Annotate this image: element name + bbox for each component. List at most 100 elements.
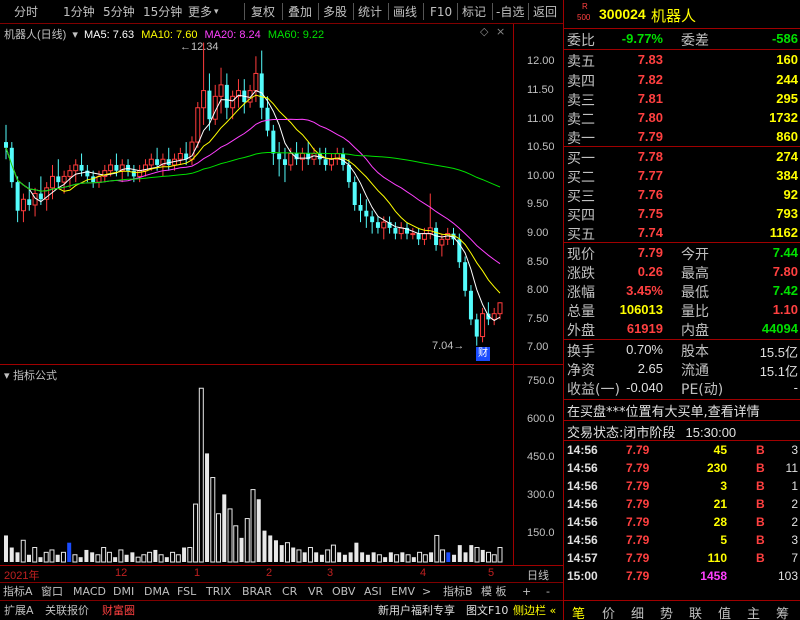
volume-bar — [307, 547, 313, 563]
tab-emv[interactable]: EMV — [391, 584, 415, 600]
volume-bar — [474, 547, 480, 563]
period-15min[interactable]: 15分钟 — [143, 3, 182, 21]
price-tick: 10.00 — [527, 170, 555, 182]
tab-jia[interactable]: 价 — [602, 603, 615, 620]
tab-cr[interactable]: CR — [282, 584, 297, 600]
bid-row[interactable]: 买二 7.77 384 — [564, 166, 800, 186]
tab-zhu[interactable]: 主 — [747, 603, 760, 620]
period-more[interactable]: 更多 — [188, 3, 212, 21]
cai-badge[interactable]: 财 — [476, 347, 490, 361]
big-order-news[interactable]: 在买盘***位置有大买单,查看详情 — [567, 401, 760, 420]
tab-dmi[interactable]: DMI — [113, 584, 134, 600]
candle-body — [375, 222, 380, 228]
tab-trix[interactable]: TRIX — [206, 584, 231, 600]
price-tick: 9.50 — [527, 198, 549, 210]
ma10-line — [5, 94, 501, 294]
fuquan-button[interactable]: 复权 — [251, 3, 275, 21]
volume-bar — [291, 547, 296, 562]
tick-side: B — [756, 551, 765, 565]
ask-volume: 860 — [776, 129, 798, 144]
bid-row[interactable]: 买三 7.76 92 — [564, 185, 800, 205]
tick-row: 14:56 7.79 5 B 3 — [564, 531, 800, 549]
volume-bar — [113, 557, 118, 562]
tab-asi[interactable]: ASI — [364, 584, 382, 600]
volume-expand-icon[interactable]: ▾ — [4, 369, 10, 382]
remove-button[interactable]: - — [546, 584, 550, 600]
ask-row[interactable]: 卖二 7.80 1732 — [564, 108, 800, 128]
volume-bar — [457, 545, 462, 562]
add-button[interactable]: + — [522, 584, 531, 600]
tick-row: 14:56 7.79 230 B 11 — [564, 459, 800, 477]
ask-row[interactable]: 卖三 7.81 295 — [564, 89, 800, 109]
duogu-button[interactable]: 多股 — [323, 3, 347, 21]
axis-divider — [513, 24, 514, 566]
volume-bar — [417, 551, 423, 563]
ask-row[interactable]: 卖一 7.79 860 — [564, 127, 800, 147]
volume-bar — [4, 535, 8, 562]
tab-vr[interactable]: VR — [308, 584, 323, 600]
period-fenshi[interactable]: 分时 — [14, 3, 38, 21]
quote-panel: R 500 300024 机器人 委比 -9.77% 委差 -586 卖五 7.… — [563, 0, 800, 620]
tick-price: 7.79 — [626, 569, 650, 583]
tab-indicator-b[interactable]: 指标B — [443, 584, 473, 600]
tab-fsl[interactable]: FSL — [177, 584, 196, 600]
period-label[interactable]: 日线 — [527, 567, 549, 583]
tab-shi[interactable]: 势 — [660, 603, 673, 620]
volume-bar — [411, 557, 416, 562]
huaxian-button[interactable]: 画线 — [393, 3, 417, 21]
diejia-button[interactable]: 叠加 — [288, 3, 312, 21]
expand-a-button[interactable]: 扩展A — [4, 603, 34, 619]
tab-macd[interactable]: MACD — [73, 584, 106, 600]
bid-price: 7.75 — [637, 206, 663, 221]
tab-brar[interactable]: BRAR — [242, 584, 272, 600]
tab-bi[interactable]: 笔 — [572, 603, 585, 620]
bid-row[interactable]: 买一 7.78 274 — [564, 147, 800, 167]
bid-price: 7.77 — [637, 168, 663, 183]
more-chevron-icon[interactable]: ▾ — [214, 3, 219, 21]
volume-bar — [360, 552, 365, 562]
f10-graphic-button[interactable]: 图文F10 — [466, 603, 508, 619]
period-1min[interactable]: 1分钟 — [63, 3, 95, 21]
tab-zhi[interactable]: 值 — [718, 603, 731, 620]
candle-body — [439, 238, 445, 246]
sidebar-toggle[interactable]: 侧边栏 « — [513, 603, 556, 619]
tab-window[interactable]: 窗口 — [41, 584, 63, 600]
tab-indicator-a[interactable]: 指标A — [3, 584, 33, 600]
biaoji-button[interactable]: 标记 — [462, 3, 486, 21]
candle-body — [137, 170, 143, 177]
f10-button[interactable]: F10 — [430, 3, 452, 21]
back-button[interactable]: 返回 — [533, 3, 557, 21]
weibi-row: 委比 -9.77% 委差 -586 — [564, 29, 800, 49]
tab-xi[interactable]: 细 — [631, 603, 644, 620]
price-chart — [4, 42, 503, 563]
volume-bar — [319, 554, 324, 562]
tab-obv[interactable]: OBV — [332, 584, 355, 600]
stat-label: 涨跌 — [567, 266, 595, 282]
fortune-circle-button[interactable]: 财富圈 — [102, 603, 135, 619]
ask-row[interactable]: 卖五 7.83 160 — [564, 50, 800, 70]
bid-row[interactable]: 买五 7.74 1162 — [564, 223, 800, 243]
period-5min[interactable]: 5分钟 — [103, 3, 135, 21]
bid-price: 7.78 — [637, 149, 663, 164]
new-user-promo[interactable]: 新用户福利专享 — [378, 603, 455, 619]
x-tick: 3 — [327, 567, 334, 579]
candle-body — [328, 158, 334, 166]
related-quote-button[interactable]: 关联报价 — [45, 603, 89, 619]
tick-time: 14:56 — [567, 461, 598, 475]
tongji-button[interactable]: 统计 — [358, 3, 382, 21]
stat-label: 最低 — [681, 285, 709, 301]
bid-row[interactable]: 买四 7.75 793 — [564, 204, 800, 224]
volume-bar — [429, 552, 434, 562]
ask-row[interactable]: 卖四 7.82 244 — [564, 70, 800, 90]
volume-header: ▾ 指标公式 — [4, 367, 57, 383]
template-button[interactable]: 模 板 — [481, 584, 507, 600]
zixuan-button[interactable]: -自选 — [496, 3, 524, 21]
tab-more-arrow[interactable]: > — [422, 584, 431, 600]
tab-lian[interactable]: 联 — [689, 603, 702, 620]
candle-body — [282, 159, 287, 165]
tab-dma[interactable]: DMA — [144, 584, 170, 600]
volume-bar — [15, 552, 20, 562]
volume-bar — [101, 547, 107, 563]
tab-chou[interactable]: 筹 — [776, 603, 789, 620]
volume-bar — [170, 551, 176, 563]
